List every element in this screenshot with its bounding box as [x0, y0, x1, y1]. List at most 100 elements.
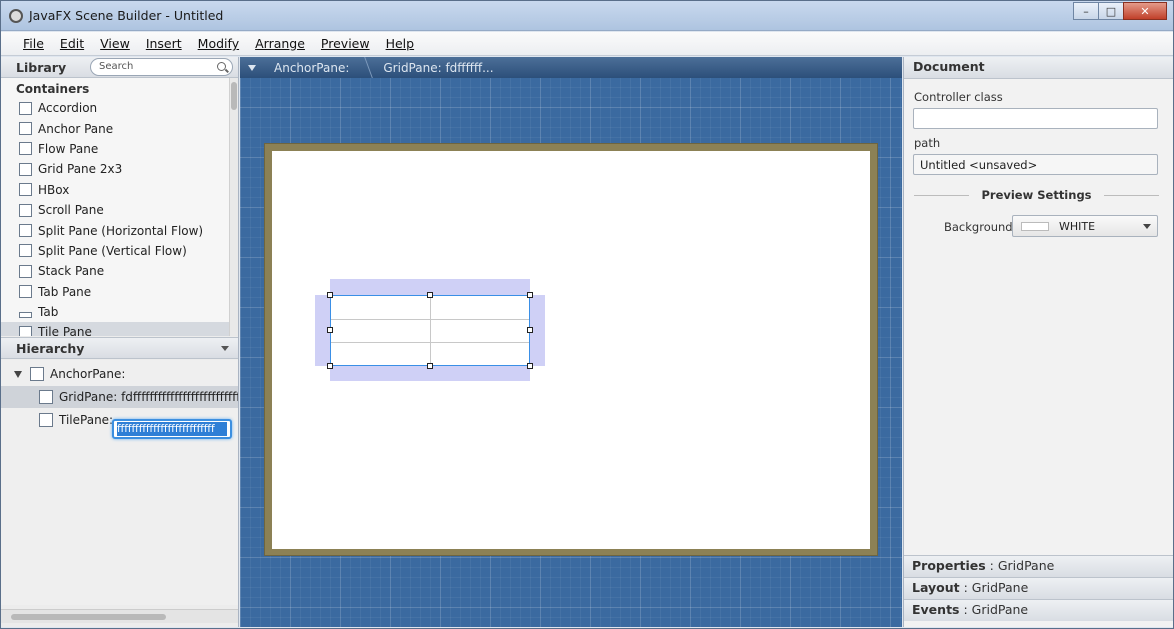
content-canvas-area: AnchorPane: GridPane: fdffffff... — [240, 57, 902, 627]
events-title: Events — [912, 602, 960, 617]
library-item-anchor-pane[interactable]: Anchor Pane — [1, 118, 229, 138]
path-field[interactable]: Untitled <unsaved> — [913, 154, 1158, 175]
library-search-input[interactable]: Search — [90, 58, 233, 76]
library-scroll-thumb[interactable] — [231, 82, 237, 110]
library-item-hbox[interactable]: HBox — [1, 180, 229, 200]
grid-line — [430, 296, 431, 365]
menu-preview-label: Preview — [320, 36, 370, 51]
library-item-label: Flow Pane — [38, 141, 99, 156]
library-category-containers[interactable]: Containers — [1, 78, 229, 98]
library-item-label: Anchor Pane — [38, 121, 114, 136]
resize-handle-e[interactable] — [527, 327, 533, 333]
library-header: Library Search — [1, 57, 238, 78]
close-button[interactable]: ✕ — [1123, 2, 1167, 20]
menu-arrange[interactable]: Arrange — [255, 36, 305, 51]
hierarchy-hscrollbar[interactable] — [1, 609, 238, 623]
properties-selection: : GridPane — [985, 558, 1055, 573]
search-placeholder: Search — [99, 61, 134, 72]
library-item-tab[interactable]: Tab — [1, 302, 229, 322]
path-label: path — [914, 136, 941, 150]
layout-title: Layout — [912, 580, 960, 595]
expand-triangle-icon[interactable] — [14, 370, 22, 378]
color-swatch — [1021, 221, 1049, 231]
resize-handle-sw[interactable] — [327, 363, 333, 369]
layout-selection: : GridPane — [959, 580, 1029, 595]
controller-class-label: Controller class — [914, 90, 1003, 104]
preview-settings-heading: Preview Settings — [914, 187, 1159, 203]
window-title: JavaFX Scene Builder - Untitled — [29, 8, 224, 23]
library-item-label: Stack Pane — [38, 264, 105, 279]
left-panel: Library Search Containers Accordion Anch… — [1, 57, 239, 627]
hbox-icon — [19, 183, 32, 197]
resize-handle-n[interactable] — [427, 292, 433, 298]
library-item-split-pane-horizontal[interactable]: Split Pane (Horizontal Flow) — [1, 220, 229, 240]
rename-input[interactable]: fffffffffffffffffffffffffff — [112, 419, 232, 439]
library-item-tab-pane[interactable]: Tab Pane — [1, 282, 229, 302]
menu-preview[interactable]: Preview — [321, 36, 370, 51]
resize-handle-ne[interactable] — [527, 292, 533, 298]
resize-handle-se[interactable] — [527, 363, 533, 369]
background-select[interactable]: WHITE — [1012, 215, 1158, 237]
library-item-tile-pane[interactable]: Tile Pane — [1, 322, 229, 336]
tree-row-label: TilePane: — [59, 413, 114, 427]
library-item-accordion[interactable]: Accordion — [1, 98, 229, 118]
menu-view-label: View — [100, 36, 130, 51]
library-item-label: HBox — [38, 182, 70, 197]
library-item-label: Split Pane (Horizontal Flow) — [38, 223, 204, 238]
events-selection: : GridPane — [959, 602, 1029, 617]
tree-row-gridpane[interactable]: GridPane: fdffffffffffffffffffffffffffff — [1, 386, 238, 408]
controller-class-input[interactable] — [913, 108, 1158, 129]
menu-file[interactable]: File — [23, 36, 44, 51]
library-title: Library — [16, 60, 67, 75]
menu-insert[interactable]: Insert — [146, 36, 182, 51]
library-item-label: Split Pane (Vertical Flow) — [38, 243, 187, 258]
breadcrumb-anchorpane[interactable]: AnchorPane: — [268, 61, 361, 75]
resize-handle-w[interactable] — [327, 327, 333, 333]
resize-handle-s[interactable] — [427, 363, 433, 369]
anchor-pane-icon — [19, 122, 32, 136]
gridpane-selected[interactable] — [330, 295, 530, 366]
library-item-stack-pane[interactable]: Stack Pane — [1, 261, 229, 281]
tree-row-anchorpane[interactable]: AnchorPane: — [1, 363, 238, 385]
library-item-scroll-pane[interactable]: Scroll Pane — [1, 200, 229, 220]
menu-help[interactable]: Help — [386, 36, 415, 51]
menu-view[interactable]: View — [100, 36, 130, 51]
chevron-down-icon — [1143, 224, 1151, 229]
maximize-button[interactable]: □ — [1098, 2, 1124, 20]
inspector-panel: Document Controller class path Untitled … — [903, 57, 1173, 627]
hierarchy-header[interactable]: Hierarchy — [1, 337, 238, 359]
resize-handle-nw[interactable] — [327, 292, 333, 298]
stack-pane-icon — [19, 264, 32, 278]
library-item-grid-pane[interactable]: Grid Pane 2x3 — [1, 159, 229, 179]
anchor-pane-canvas[interactable] — [272, 151, 870, 549]
library-item-flow-pane[interactable]: Flow Pane — [1, 139, 229, 159]
menu-help-label: Help — [385, 36, 415, 51]
document-header[interactable]: Document — [904, 57, 1173, 79]
split-pane-icon — [19, 224, 32, 238]
library-item-label: Grid Pane 2x3 — [38, 162, 123, 177]
app-window: JavaFX Scene Builder - Untitled – □ ✕ Fi… — [0, 0, 1174, 629]
events-section[interactable]: Events : GridPane — [904, 599, 1173, 621]
library-item-label: Accordion — [38, 101, 98, 116]
menu-modify[interactable]: Modify — [198, 36, 239, 51]
library-item-split-pane-vertical[interactable]: Split Pane (Vertical Flow) — [1, 241, 229, 261]
menu-file-label: File — [23, 36, 44, 51]
hierarchy-tree: AnchorPane: GridPane: fdffffffffffffffff… — [1, 360, 238, 605]
properties-section[interactable]: Properties : GridPane — [904, 555, 1173, 577]
chevron-down-icon[interactable] — [221, 346, 229, 351]
menu-edit[interactable]: Edit — [60, 36, 84, 51]
minimize-button[interactable]: – — [1073, 2, 1099, 20]
menu-bar: File Edit View Insert Modify Arrange Pre… — [1, 32, 1173, 56]
layout-section[interactable]: Layout : GridPane — [904, 577, 1173, 599]
library-scrollbar[interactable] — [229, 78, 238, 336]
tree-row-label: GridPane: fdffffffffffffffffffffffffffff — [59, 390, 238, 404]
tile-pane-icon — [19, 325, 32, 336]
search-icon — [217, 62, 226, 71]
breadcrumb-gridpane[interactable]: GridPane: fdffffff... — [377, 61, 505, 75]
menu-insert-label: Insert — [145, 36, 182, 51]
chevron-down-icon[interactable] — [248, 64, 256, 71]
flow-pane-icon — [19, 142, 32, 156]
tile-pane-icon — [39, 413, 53, 427]
hierarchy-hscroll-thumb[interactable] — [11, 614, 166, 620]
anchor-pane-icon — [30, 367, 44, 381]
